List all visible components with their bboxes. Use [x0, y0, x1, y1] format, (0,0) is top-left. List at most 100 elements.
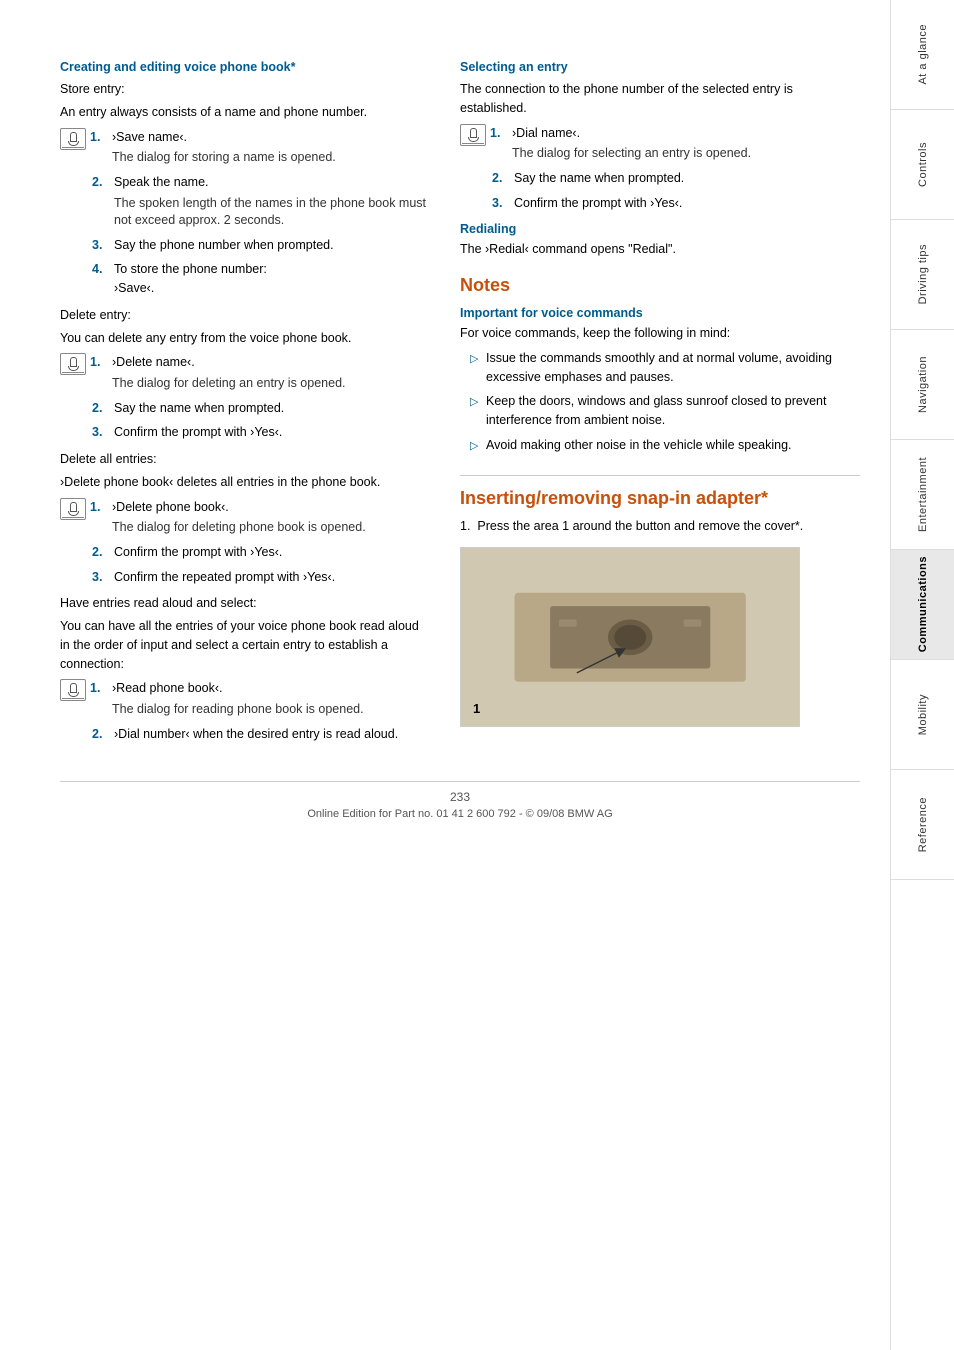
delete-all-step-1-num: 1.: [90, 498, 106, 517]
select-step-2-row: 2. Say the name when prompted.: [492, 169, 860, 188]
read-step-2-num: 2.: [92, 725, 108, 744]
page-line-4: [62, 698, 84, 699]
read-step-1-content: 1. ›Read phone book‹. The dialog for rea…: [90, 679, 364, 718]
page-line: [62, 147, 84, 148]
delete-step-1-num: 1.: [90, 353, 106, 372]
bullet-1: ▷ Issue the commands smoothly and at nor…: [470, 349, 860, 387]
delete-all-step-1-row: 1. ›Delete phone book‹.: [90, 498, 366, 517]
read-step-1-sub: The dialog for reading phone book is ope…: [112, 701, 364, 719]
sidebar-tab-label-entertainment: Entertainment: [917, 457, 929, 532]
delete-step-2-num: 2.: [92, 399, 108, 418]
step-2-row: 2. Speak the name.: [92, 173, 430, 192]
inserting-heading: Inserting/removing snap-in adapter*: [460, 488, 860, 509]
inserting-section: Inserting/removing snap-in adapter* 1. P…: [460, 475, 860, 728]
sidebar-tab-label-controls: Controls: [917, 142, 929, 187]
delete-all-step-2-label: Confirm the prompt with ›Yes‹.: [114, 543, 282, 562]
mic-icon: [68, 132, 79, 146]
delete-step-1: 1. ›Delete name‹. The dialog for deletin…: [60, 353, 430, 392]
sidebar-tab-label-navigation: Navigation: [917, 356, 929, 413]
select-step-1-num: 1.: [490, 124, 506, 143]
select-desc: The connection to the phone number of th…: [460, 80, 860, 118]
delete-step-2: 2. Say the name when prompted.: [92, 399, 430, 418]
delete-step-2-row: 2. Say the name when prompted.: [92, 399, 430, 418]
step-1-cmd: ›Save name‹.: [112, 128, 187, 147]
sidebar-item-reference[interactable]: Reference: [891, 770, 954, 880]
read-label: Have entries read aloud and select:: [60, 594, 430, 613]
delete-all-step-2-row: 2. Confirm the prompt with ›Yes‹.: [92, 543, 430, 562]
select-step-1-content: 1. ›Dial name‹. The dialog for selecting…: [490, 124, 751, 163]
select-step-1-row: 1. ›Dial name‹.: [490, 124, 751, 143]
select-step-2-num: 2.: [492, 169, 508, 188]
select-step-3-label: Confirm the prompt with ›Yes‹.: [514, 194, 682, 213]
sidebar-item-communications[interactable]: Communications: [891, 550, 954, 660]
mic-icon-5: [468, 128, 479, 142]
read-step-1-row: 1. ›Read phone book‹.: [90, 679, 364, 698]
main-content: Creating and editing voice phone book* S…: [0, 0, 890, 1350]
page-number: 233: [60, 790, 860, 804]
store-step-1: 1. ›Save name‹. The dialog for storing a…: [60, 128, 430, 167]
delete-all-step-3-num: 3.: [92, 568, 108, 587]
delete-all-step-1-cmd: ›Delete phone book‹.: [112, 498, 229, 517]
select-step-2-label: Say the name when prompted.: [514, 169, 684, 188]
select-step-3: 3. Confirm the prompt with ›Yes‹.: [492, 194, 860, 213]
bullet-arrow-3: ▷: [470, 436, 486, 455]
notes-intro: For voice commands, keep the following i…: [460, 324, 860, 343]
sidebar-item-driving-tips[interactable]: Driving tips: [891, 220, 954, 330]
read-steps: 1. ›Read phone book‹. The dialog for rea…: [60, 679, 430, 743]
sidebar: At a glance Controls Driving tips Naviga…: [890, 0, 954, 1350]
select-step-1-sub: The dialog for selecting an entry is ope…: [512, 145, 751, 163]
redial-desc: The ›Redial‹ command opens "Redial".: [460, 240, 860, 259]
delete-step-3-row: 3. Confirm the prompt with ›Yes‹.: [92, 423, 430, 442]
step-4-label: To store the phone number:: [114, 262, 267, 276]
section-divider: [460, 475, 860, 476]
sidebar-item-mobility[interactable]: Mobility: [891, 660, 954, 770]
car-illustration: [495, 575, 765, 700]
sidebar-tab-label-driving-tips: Driving tips: [917, 244, 929, 304]
sidebar-item-navigation[interactable]: Navigation: [891, 330, 954, 440]
step-3-num: 3.: [92, 236, 108, 255]
mic-icon-4: [68, 683, 79, 697]
delete-step-3: 3. Confirm the prompt with ›Yes‹.: [92, 423, 430, 442]
store-label: Store entry:: [60, 80, 430, 99]
step-2-sub: The spoken length of the names in the ph…: [114, 195, 430, 230]
bullet-arrow-1: ▷: [470, 349, 486, 368]
store-step-4: 4. To store the phone number: ›Save‹.: [92, 260, 430, 298]
read-desc: You can have all the entries of your voi…: [60, 617, 430, 673]
bullet-list: ▷ Issue the commands smoothly and at nor…: [470, 349, 860, 455]
page-line-5: [462, 143, 484, 144]
footer-text: Online Edition for Part no. 01 41 2 600 …: [60, 808, 860, 820]
delete-all-cmd: ›Delete phone book‹ deletes all entries …: [60, 473, 430, 492]
step-1-num: 1.: [90, 128, 106, 147]
bullet-2-text: Keep the doors, windows and glass sunroo…: [486, 392, 860, 430]
select-step-2: 2. Say the name when prompted.: [492, 169, 860, 188]
delete-step-1-row: 1. ›Delete name‹.: [90, 353, 346, 372]
sidebar-item-at-a-glance[interactable]: At a glance: [891, 0, 954, 110]
right-column: Selecting an entry The connection to the…: [460, 60, 860, 751]
voice-icon-3: [60, 498, 86, 520]
read-step-2-row: 2. ›Dial number‹ when the desired entry …: [92, 725, 430, 744]
delete-all-step-1: 1. ›Delete phone book‹. The dialog for d…: [60, 498, 430, 537]
read-step-1: 1. ›Read phone book‹. The dialog for rea…: [60, 679, 430, 718]
image-label-1: 1: [473, 701, 480, 716]
step-4-row: 4. To store the phone number: ›Save‹.: [92, 260, 430, 298]
page-line-2: [62, 372, 84, 373]
inserting-step1: 1. Press the area 1 around the button an…: [460, 517, 860, 536]
sidebar-item-controls[interactable]: Controls: [891, 110, 954, 220]
step-4-content: To store the phone number: ›Save‹.: [114, 260, 267, 298]
store-steps: 1. ›Save name‹. The dialog for storing a…: [60, 128, 430, 298]
mic-body: [70, 132, 77, 142]
page-footer: 233 Online Edition for Part no. 01 41 2 …: [60, 781, 860, 820]
bullet-3: ▷ Avoid making other noise in the vehicl…: [470, 436, 860, 455]
select-step-3-num: 3.: [492, 194, 508, 213]
read-step-2-cmd: ›Dial number‹ when the desired entry is …: [114, 725, 398, 744]
mic-body-3: [70, 502, 77, 512]
delete-label: Delete entry:: [60, 306, 430, 325]
step-1-row: 1. ›Save name‹.: [90, 128, 336, 147]
delete-step-1-sub: The dialog for deleting an entry is open…: [112, 375, 346, 393]
sidebar-item-entertainment[interactable]: Entertainment: [891, 440, 954, 550]
delete-step-3-label: Confirm the prompt with ›Yes‹.: [114, 423, 282, 442]
delete-all-step-1-content: 1. ›Delete phone book‹. The dialog for d…: [90, 498, 366, 537]
delete-all-step-2-num: 2.: [92, 543, 108, 562]
left-section-heading: Creating and editing voice phone book*: [60, 60, 430, 74]
delete-all-label: Delete all entries:: [60, 450, 430, 469]
